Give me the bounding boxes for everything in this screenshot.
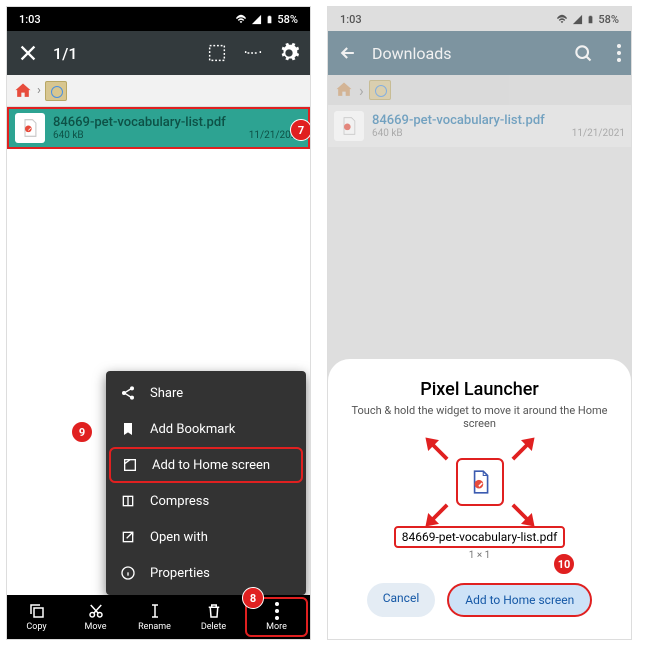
signal-icon [251,14,262,25]
breadcrumb: › [7,75,310,107]
wifi-icon [555,14,569,25]
gear-icon[interactable] [278,42,300,64]
menu-share[interactable]: Share [106,375,306,411]
bookmark-icon [120,421,136,437]
add-home-button[interactable]: Add to Home screen [447,583,592,617]
status-right: 58% [234,13,298,26]
sheet-hint: Touch & hold the widget to move it aroun… [342,404,617,430]
file-size: 640 kB [372,128,403,139]
more-vert-icon [275,602,279,620]
widget-name: 84669-pet-vocabulary-list.pdf [394,526,566,548]
cut-icon [87,602,105,620]
file-date: 11/21/2021 [572,128,625,139]
home-icon[interactable] [334,80,354,100]
file-row-selected[interactable]: 84669-pet-vocabulary-list.pdf 640 kB11/2… [7,107,310,149]
copy-button[interactable]: Copy [7,595,66,639]
widget-size: 1 × 1 [342,550,617,561]
cancel-button[interactable]: Cancel [367,583,436,617]
copy-icon [28,602,46,620]
status-right: 58% [555,13,619,26]
downloads-folder-icon[interactable] [369,80,391,100]
sheet-title: Pixel Launcher [342,379,617,400]
menu-bookmark[interactable]: Add Bookmark [106,411,306,447]
status-bar: 1:03 58% [7,7,310,31]
app-bar: Downloads [328,31,631,75]
screenshot-left: 1:03 58% 1/1 › 84669-pet-vocabulary-list… [6,6,311,640]
move-button[interactable]: Move [66,595,125,639]
battery-icon [265,13,274,26]
menu-add-home[interactable]: Add to Home screen [109,447,303,483]
open-with-icon [120,529,136,545]
status-bar: 1:03 58% [328,7,631,31]
more-menu: Share Add Bookmark Add to Home screen Co… [106,371,306,595]
signal-icon [572,14,583,25]
select-all-icon[interactable] [206,42,228,64]
share-icon [120,385,136,401]
pdf-thumb-icon [334,111,364,141]
add-widget-sheet: Pixel Launcher Touch & hold the widget t… [328,359,631,639]
clock: 1:03 [19,13,41,26]
battery-pct: 58% [598,13,619,26]
selection-count: 1/1 [53,44,192,63]
rename-button[interactable]: Rename [125,595,184,639]
callout-9: 9 [71,421,93,443]
compress-icon [120,493,136,509]
search-icon[interactable] [573,43,593,63]
delete-button[interactable]: Delete [184,595,243,639]
file-row[interactable]: 84669-pet-vocabulary-list.pdf 640 kB 11/2… [328,105,631,147]
battery-pct: 58% [277,13,298,26]
app-bar: 1/1 [7,31,310,75]
more-vert-icon[interactable] [617,44,621,62]
wifi-icon [234,14,248,25]
file-name: 84669-pet-vocabulary-list.pdf [53,115,302,130]
battery-icon [586,13,595,26]
page-title: Downloads [372,44,559,63]
breadcrumb-separator: › [37,83,41,98]
add-home-icon [122,457,138,473]
menu-openwith[interactable]: Open with [106,519,306,555]
downloads-folder-icon[interactable] [45,81,67,101]
file-name: 84669-pet-vocabulary-list.pdf [372,113,625,128]
menu-properties[interactable]: Properties [106,555,306,591]
breadcrumb: › [328,75,631,105]
close-icon[interactable] [17,42,39,64]
back-icon[interactable] [338,43,358,63]
home-icon[interactable] [13,81,33,101]
trash-icon [205,602,223,620]
menu-compress[interactable]: Compress [106,483,306,519]
callout-8: 8 [242,587,264,609]
pdf-file-icon [467,469,493,495]
screenshot-right: 1:03 58% Downloads › 84669-pet-vocabular… [327,6,632,640]
rename-icon [146,602,164,620]
clock: 1:03 [340,13,362,26]
info-icon [120,565,136,581]
widget-preview[interactable] [456,458,504,506]
file-size: 640 kB [53,130,84,141]
pdf-thumb-icon [15,113,45,143]
select-range-icon[interactable] [242,42,264,64]
callout-7: 7 [290,119,311,141]
bottom-action-bar: Copy Move Rename Delete More [7,595,310,639]
callout-10: 10 [553,553,575,575]
